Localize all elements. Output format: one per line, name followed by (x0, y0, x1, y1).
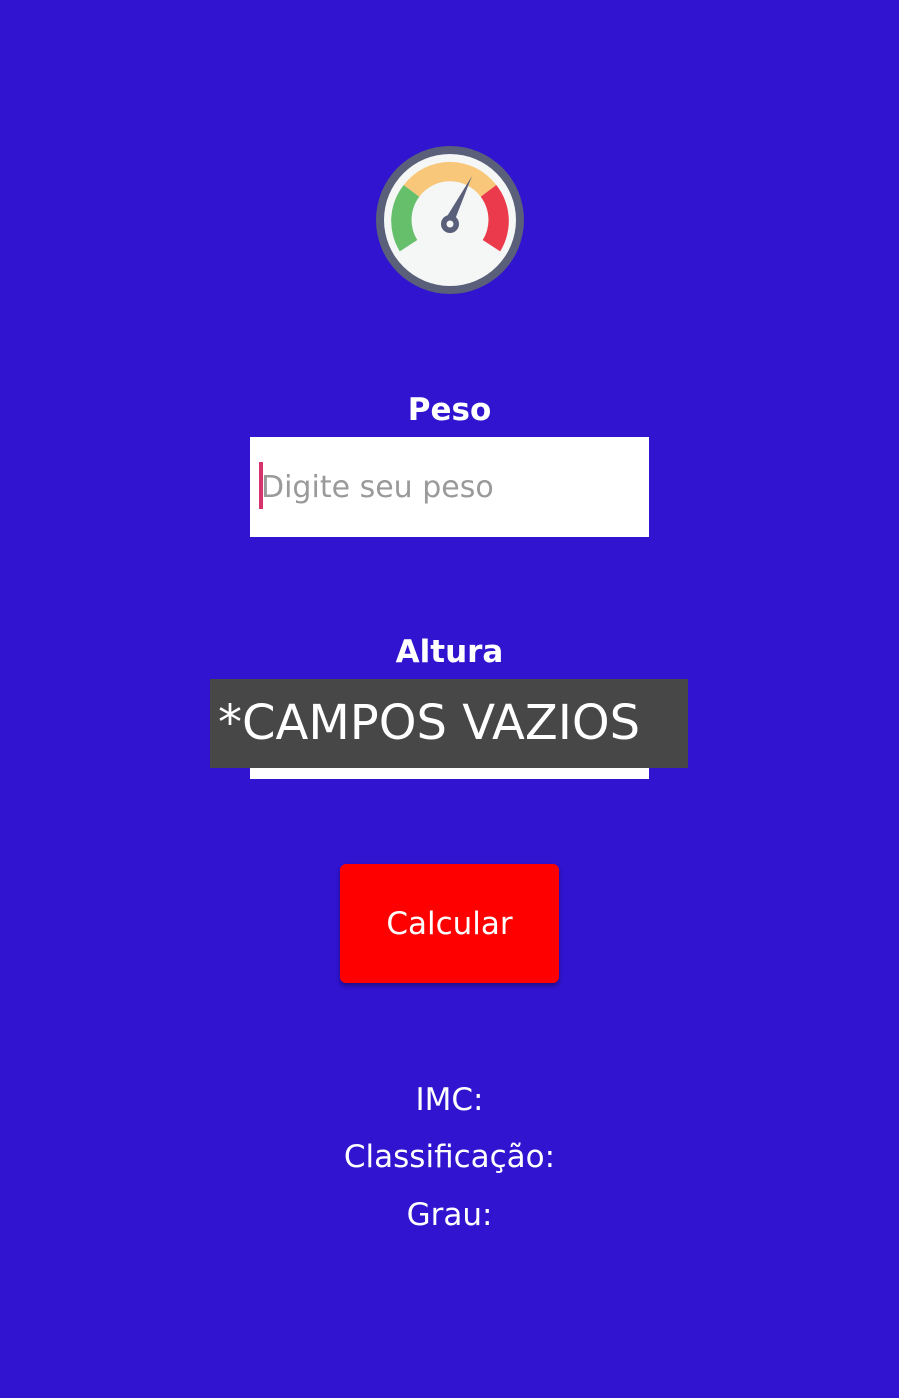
altura-label: Altura (395, 634, 504, 670)
calcular-button[interactable]: Calcular (340, 864, 559, 983)
classificacao-result: Classificação: (343, 1139, 556, 1175)
text-cursor (259, 462, 263, 509)
grau-result: Grau: (406, 1197, 493, 1233)
peso-input[interactable] (250, 437, 649, 537)
imc-result: IMC: (415, 1082, 484, 1118)
speedometer-icon (374, 144, 526, 296)
empty-fields-toast: *CAMPOS VAZIOS (210, 679, 688, 768)
peso-label: Peso (407, 392, 492, 428)
